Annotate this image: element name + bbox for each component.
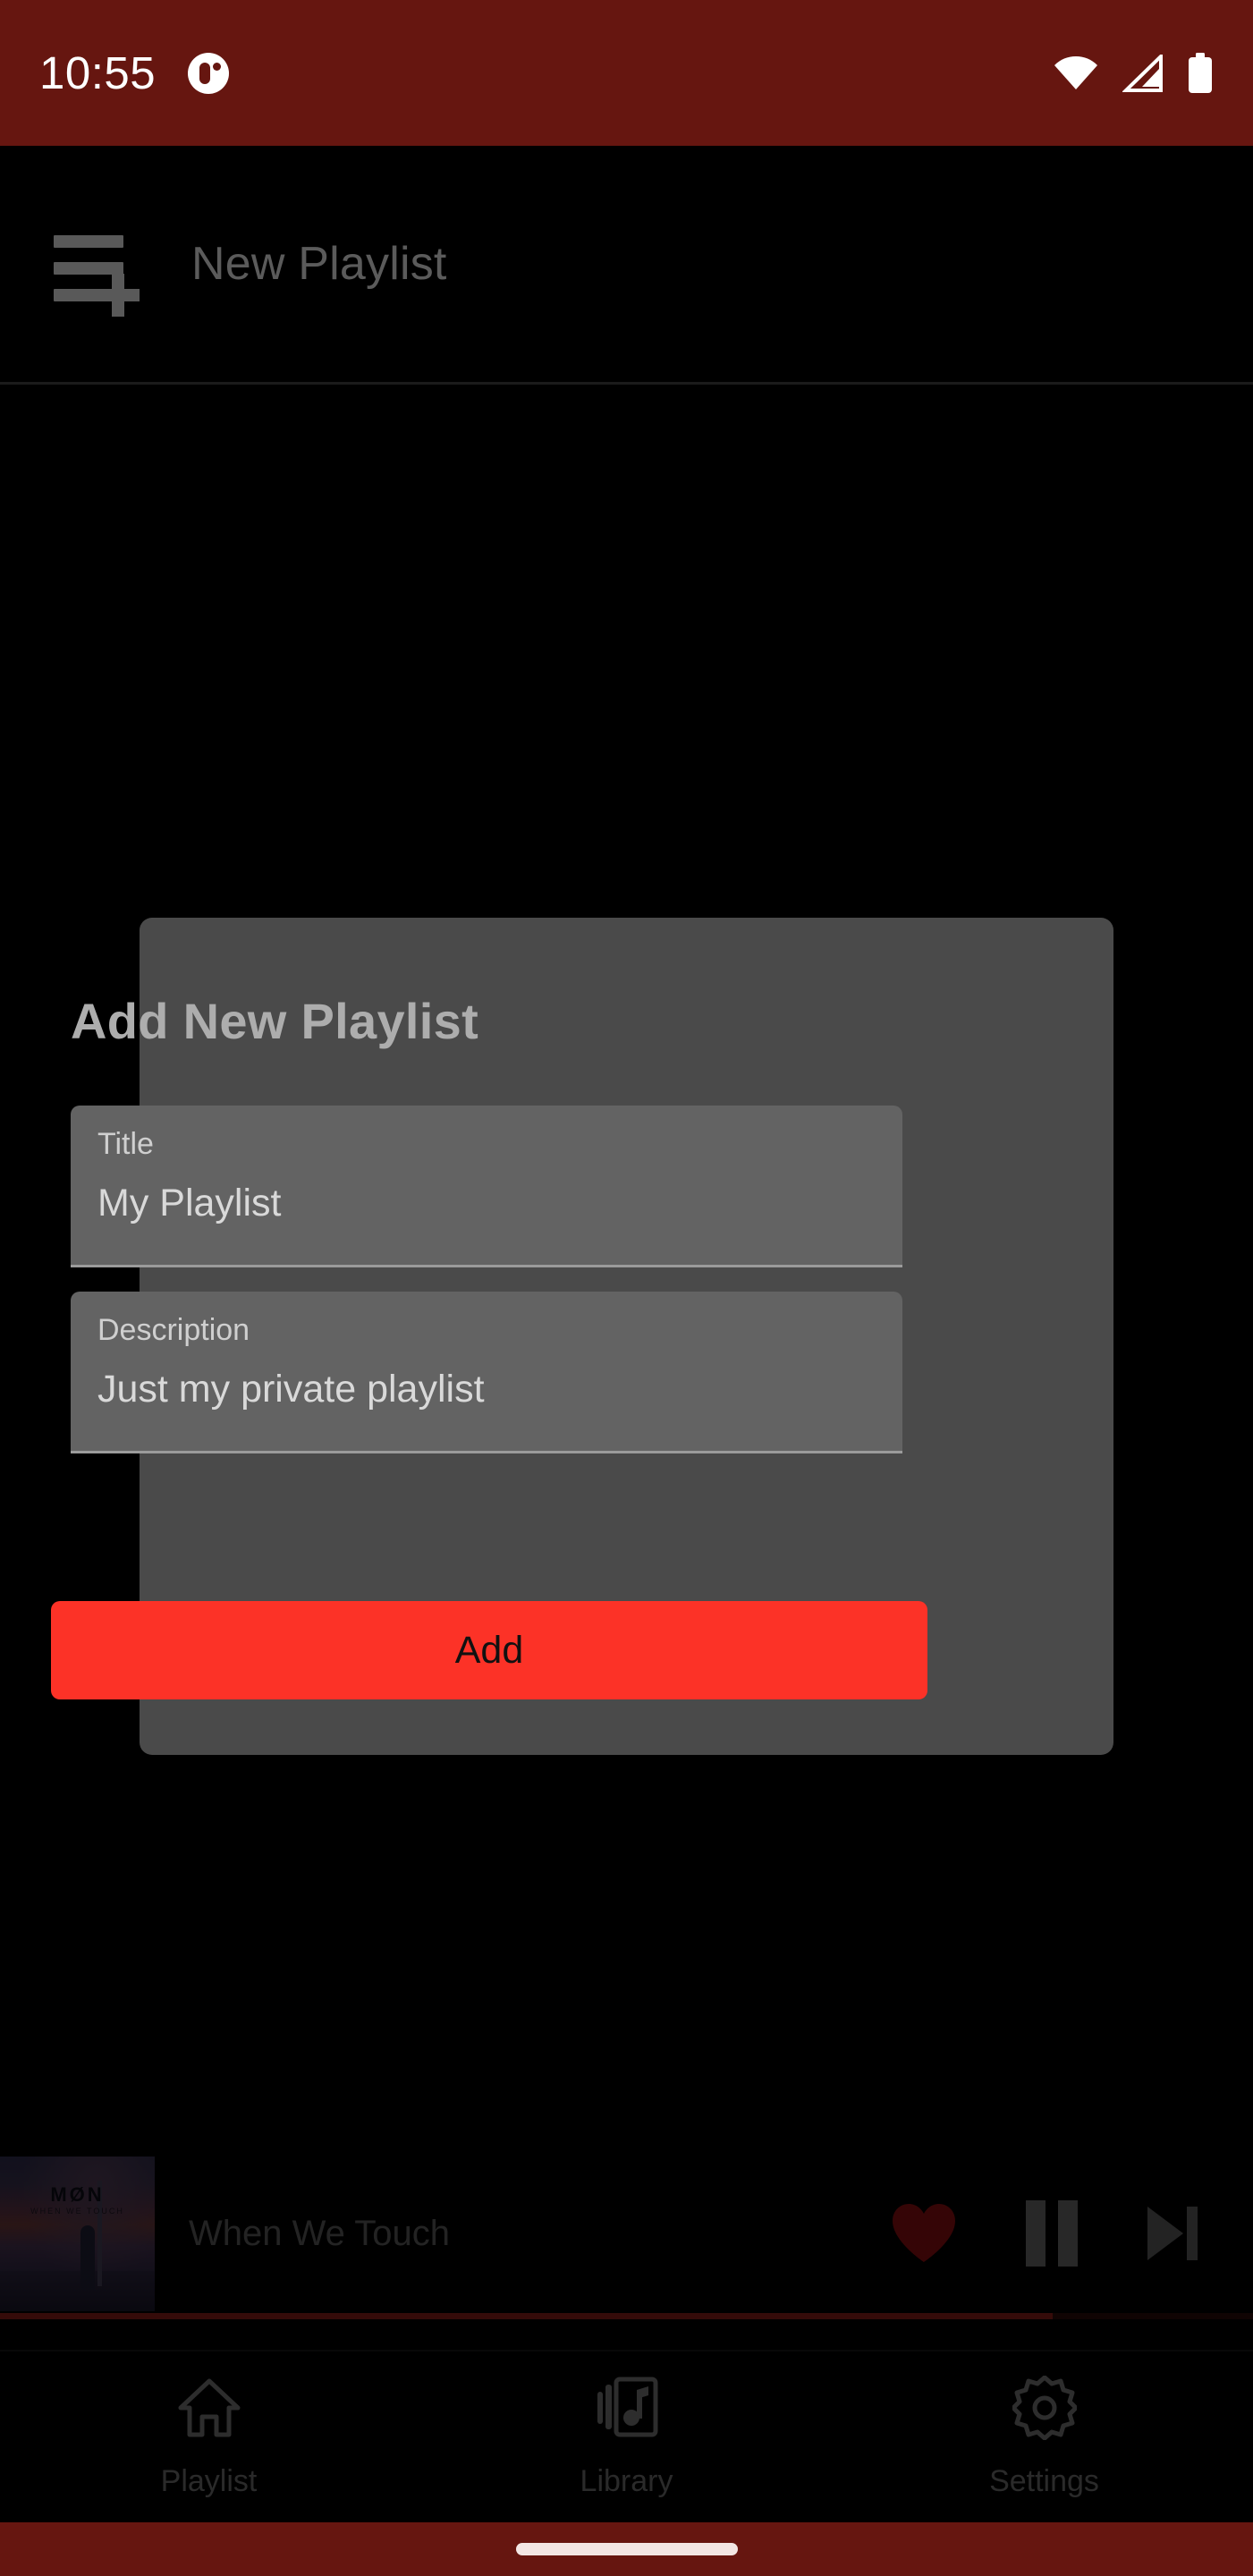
battery-icon xyxy=(1189,52,1212,93)
title-field[interactable]: Title My Playlist xyxy=(71,1106,902,1267)
dialog-title: Add New Playlist xyxy=(71,993,479,1049)
description-field[interactable]: Description Just my private playlist xyxy=(71,1292,902,1453)
status-bar-left: 10:55 xyxy=(39,47,230,99)
status-bar-clock: 10:55 xyxy=(39,47,157,98)
playlist-add-icon[interactable] xyxy=(54,228,140,317)
description-field-value[interactable]: Just my private playlist xyxy=(97,1370,876,1409)
app-screen: 10:55 New Playlist Add New Playlist Titl… xyxy=(0,0,1253,2576)
add-button[interactable]: Add xyxy=(51,1601,927,1699)
title-field-label: Title xyxy=(97,1127,154,1161)
status-bar-right xyxy=(1053,52,1214,94)
app-bar: New Playlist xyxy=(0,146,1253,385)
description-field-label: Description xyxy=(97,1313,250,1347)
status-bar: 10:55 xyxy=(0,0,1253,146)
gesture-navigation-bar xyxy=(0,2522,1253,2576)
cellular-signal-icon xyxy=(1122,54,1163,92)
wifi-icon xyxy=(1054,55,1097,89)
gesture-pill[interactable] xyxy=(515,2543,738,2555)
notification-dot-icon xyxy=(188,52,230,94)
title-field-value[interactable]: My Playlist xyxy=(97,1184,876,1223)
page-title: New Playlist xyxy=(191,238,447,290)
